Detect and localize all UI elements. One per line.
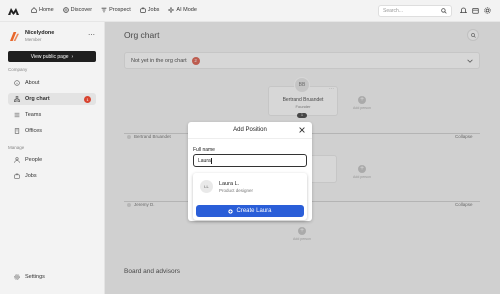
sparkle-icon bbox=[168, 7, 175, 13]
modal-divider bbox=[188, 138, 312, 139]
sidebar-item-label: Offices bbox=[25, 128, 43, 134]
gear-icon bbox=[14, 274, 20, 280]
full-name-input[interactable]: Laura bbox=[193, 154, 307, 167]
full-name-value: Laura bbox=[198, 157, 211, 164]
bell-icon[interactable] bbox=[460, 7, 467, 14]
suggestion-role: Product designer bbox=[219, 187, 254, 193]
sidebar-item-label: Jobs bbox=[25, 173, 37, 179]
app-logo-icon[interactable] bbox=[8, 6, 19, 15]
building-icon bbox=[14, 128, 20, 134]
sidebar-item-people[interactable]: People bbox=[8, 154, 96, 166]
top-bar: Home Discover Prospect Jobs AI Mode Sear… bbox=[0, 0, 500, 22]
nav-home[interactable]: Home bbox=[31, 7, 54, 13]
view-public-page-button[interactable]: View public page › bbox=[8, 51, 96, 62]
company-info: Nicelydone Member bbox=[25, 30, 54, 42]
sidebar-item-label: Teams bbox=[25, 112, 42, 118]
calendar-icon[interactable] bbox=[472, 7, 479, 14]
nav-prospect[interactable]: Prospect bbox=[101, 7, 131, 13]
org-chart-badge: 1 bbox=[84, 95, 91, 103]
nav-discover-label: Discover bbox=[70, 7, 93, 13]
nav-home-label: Home bbox=[39, 7, 54, 13]
sidebar-item-offices[interactable]: Offices bbox=[8, 125, 96, 137]
nav-ai-mode-label: AI Mode bbox=[176, 7, 197, 13]
plus-circle-icon bbox=[228, 208, 234, 214]
sidebar: Nicelydone Member ⋯ View public page › C… bbox=[0, 22, 105, 294]
filter-icon bbox=[101, 7, 107, 13]
view-public-page-label: View public page bbox=[30, 53, 69, 60]
text-cursor bbox=[211, 157, 212, 164]
people-icon bbox=[14, 157, 20, 163]
globe-icon bbox=[62, 7, 69, 13]
nav-jobs[interactable]: Jobs bbox=[140, 7, 160, 13]
home-icon bbox=[31, 7, 37, 13]
sidebar-item-about[interactable]: About bbox=[8, 77, 96, 89]
search-input[interactable]: Search... bbox=[378, 5, 452, 17]
sidebar-item-label: Settings bbox=[25, 274, 45, 280]
info-icon bbox=[14, 80, 20, 86]
main-nav: Home Discover Prospect Jobs AI Mode bbox=[31, 7, 197, 13]
close-icon[interactable] bbox=[299, 127, 305, 133]
suggestion-item[interactable]: LL Laura L. Product designer bbox=[200, 180, 253, 193]
sidebar-item-label: Org chart bbox=[25, 96, 50, 102]
nav-ai-mode[interactable]: AI Mode bbox=[168, 7, 197, 13]
sidebar-item-settings[interactable]: Settings bbox=[8, 271, 96, 283]
create-button-label: Create Laura bbox=[236, 208, 272, 214]
company-section-label: Company bbox=[8, 67, 28, 72]
org-chart-icon bbox=[14, 96, 20, 102]
full-name-label: Full name bbox=[193, 147, 215, 153]
suggestion-name: Laura L. bbox=[219, 180, 240, 187]
search-placeholder: Search... bbox=[383, 8, 404, 14]
sidebar-item-jobs[interactable]: Jobs bbox=[8, 170, 96, 182]
sidebar-item-teams[interactable]: Teams bbox=[8, 109, 96, 121]
nav-jobs-label: Jobs bbox=[147, 7, 160, 13]
search-icon bbox=[441, 8, 447, 14]
manage-section-label: Manage bbox=[8, 145, 25, 150]
company-menu-icon[interactable]: ⋯ bbox=[88, 32, 95, 39]
sidebar-item-label: About bbox=[25, 80, 40, 86]
teams-icon bbox=[14, 112, 20, 118]
create-button[interactable]: Create Laura bbox=[196, 205, 304, 217]
suggestion-dropdown: LL Laura L. Product designer Create Laur… bbox=[193, 173, 307, 220]
chevron-right-icon: › bbox=[71, 53, 74, 60]
modal-title: Add Position bbox=[233, 127, 267, 133]
company-name: Nicelydone bbox=[25, 30, 55, 36]
sidebar-item-org-chart[interactable]: Org chart 1 bbox=[8, 93, 96, 105]
nav-prospect-label: Prospect bbox=[109, 7, 131, 13]
company-role: Member bbox=[25, 37, 42, 42]
sidebar-item-label: People bbox=[25, 157, 43, 163]
briefcase-icon bbox=[140, 7, 146, 13]
briefcase-icon bbox=[14, 173, 20, 179]
company-logo bbox=[10, 32, 19, 41]
nav-discover[interactable]: Discover bbox=[62, 7, 93, 13]
avatar: LL bbox=[200, 180, 213, 193]
gear-icon[interactable] bbox=[484, 7, 491, 14]
